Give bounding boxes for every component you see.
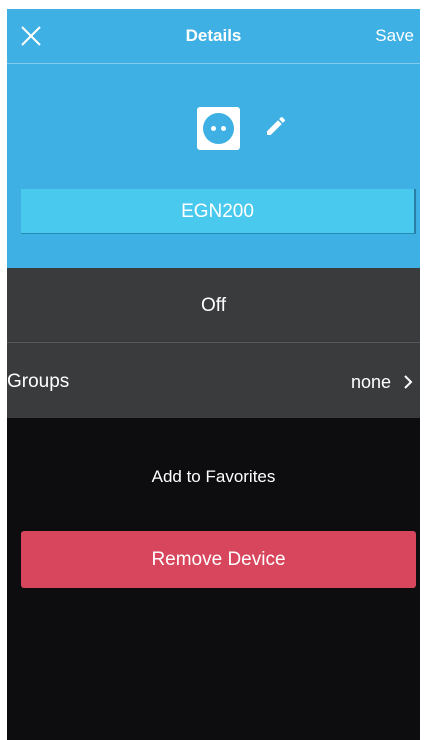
edit-icon-button[interactable]	[264, 114, 288, 138]
socket-pin-right	[221, 126, 226, 131]
power-state-row[interactable]: Off	[7, 268, 420, 343]
groups-value: none	[350, 372, 391, 392]
groups-row[interactable]: Groups none	[7, 343, 420, 418]
socket-face	[203, 113, 234, 144]
details-screen: Details Save Off Groups none Add to Favo…	[7, 9, 420, 740]
remove-device-button[interactable]: Remove Device	[21, 531, 416, 588]
device-name-input[interactable]	[21, 189, 416, 234]
device-header-panel: Details Save	[7, 9, 420, 268]
page-title: Details	[185, 26, 242, 45]
save-button[interactable]: Save	[375, 26, 414, 46]
socket-pin-left	[211, 126, 216, 131]
add-to-favorites-button[interactable]: Add to Favorites	[7, 467, 420, 487]
pencil-icon	[267, 116, 286, 135]
power-socket-icon	[197, 107, 240, 150]
groups-label: Groups	[7, 371, 70, 392]
chevron-right-icon	[404, 375, 413, 389]
navigation-bar: Details Save	[7, 9, 420, 64]
